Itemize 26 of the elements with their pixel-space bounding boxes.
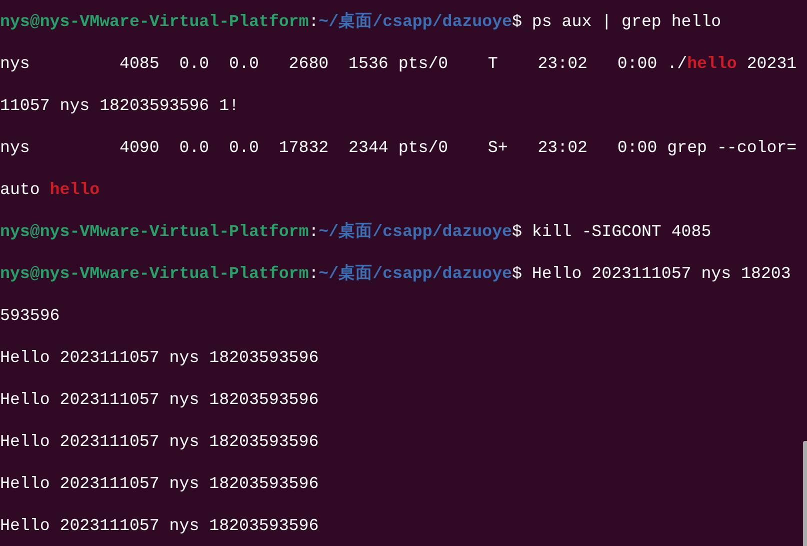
terminal-text: nys 4090 0.0 0.0 17832 2344 pts/0 S+ 23:02 0:00 grep --color= bbox=[0, 137, 797, 159]
match-text: hello bbox=[687, 53, 737, 75]
terminal-text: Hello 2023111057 nys 18203593596 bbox=[0, 515, 319, 537]
path-text: ~/桌面/csapp/dazuoye bbox=[318, 11, 512, 33]
terminal-text: Hello 2023111057 nys 18203593596 bbox=[0, 431, 319, 453]
terminal-text: auto bbox=[0, 179, 41, 201]
terminal-text: 593596 bbox=[0, 305, 60, 327]
user-host-text: nys@nys-VMware-Virtual-Platform bbox=[0, 11, 309, 33]
terminal-text: Hello 2023111057 nys 18203593596 bbox=[0, 389, 319, 411]
terminal-text: 11057 nys 18203593596 1! bbox=[0, 95, 239, 117]
separator-text: : bbox=[308, 11, 319, 33]
scrollbar-thumb[interactable] bbox=[803, 441, 807, 546]
path-text: ~/桌面/csapp/dazuoye bbox=[318, 263, 512, 285]
user-host-text: nys@nys-VMware-Virtual-Platform bbox=[0, 263, 309, 285]
separator-text: : bbox=[308, 263, 319, 285]
path-text: ~/桌面/csapp/dazuoye bbox=[318, 221, 512, 243]
terminal-text: 20231 bbox=[746, 53, 797, 75]
user-host-text: nys@nys-VMware-Virtual-Platform bbox=[0, 221, 309, 243]
terminal-text: nys 4085 0.0 0.0 2680 1536 pts/0 T 23:02 0:00 ./ bbox=[0, 53, 688, 75]
terminal-text: $ ps aux | grep hello bbox=[512, 11, 722, 33]
terminal-text: $ kill -SIGCONT 4085 bbox=[512, 221, 712, 243]
match-text: hello bbox=[50, 179, 100, 201]
terminal-text: $ Hello 2023111057 nys 18203 bbox=[512, 263, 791, 285]
separator-text: : bbox=[308, 221, 319, 243]
terminal-text: Hello 2023111057 nys 18203593596 bbox=[0, 473, 319, 495]
terminal-text: Hello 2023111057 nys 18203593596 bbox=[0, 347, 319, 369]
